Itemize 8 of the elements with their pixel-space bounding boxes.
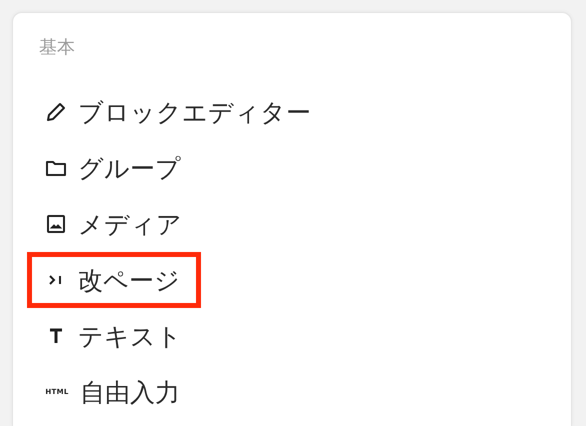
- section-heading: 基本: [39, 36, 75, 60]
- block-item[interactable]: メディア: [27, 196, 199, 252]
- pencil-icon: [44, 100, 68, 124]
- block-item[interactable]: グループ: [27, 140, 198, 196]
- block-item[interactable]: テキスト: [27, 308, 199, 364]
- image-icon: [44, 212, 68, 236]
- block-item[interactable]: 改ページ: [27, 252, 201, 308]
- block-item[interactable]: ブロックエディター: [27, 84, 328, 140]
